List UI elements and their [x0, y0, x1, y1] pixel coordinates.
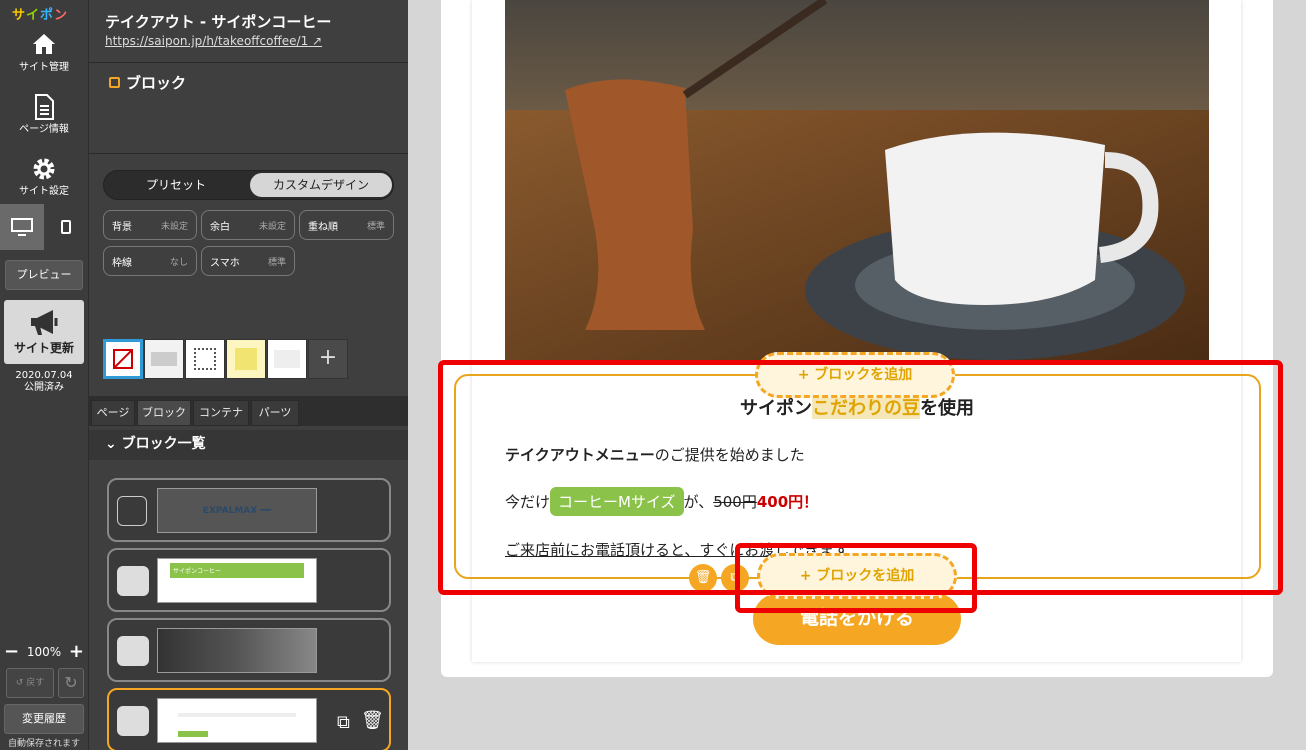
add-swatch-button[interactable]: +: [308, 339, 348, 379]
autosave-note: 自動保存されます: [7, 739, 80, 749]
home-icon: [0, 24, 88, 58]
site-settings-button[interactable]: サイト設定: [0, 148, 88, 208]
saipon-logo[interactable]: サイポン: [12, 4, 68, 23]
swatch-image-3[interactable]: [226, 339, 266, 379]
block-list-item-selected[interactable]: ⧉ 🗑: [107, 688, 391, 750]
option-z-order[interactable]: 重ね順 標準: [299, 210, 394, 240]
mobile-view-button[interactable]: [44, 204, 88, 250]
chevron-down-icon: ⌄: [105, 436, 117, 452]
history-button[interactable]: 変更履歴: [4, 704, 84, 734]
option-margin[interactable]: 余白 未設定: [201, 210, 295, 240]
block-icon: [109, 77, 120, 88]
zoom-out-icon[interactable]: −: [4, 641, 19, 662]
divider: [89, 153, 409, 154]
design-mode-toggle: プリセット カスタムデザイン: [103, 170, 394, 200]
block-thumbnail: EXPALMAX ━━: [157, 488, 317, 533]
site-title: テイクアウト - サイポンコーヒー: [105, 13, 332, 31]
smartphone-icon: [61, 220, 71, 234]
tab-container[interactable]: コンテナ: [193, 400, 249, 426]
gear-icon: [0, 148, 88, 182]
block-section-title: ブロック: [109, 72, 186, 93]
zoom-control: − 100% +: [4, 641, 84, 662]
option-background[interactable]: 背景 未設定: [103, 210, 197, 240]
block-thumbnail: [157, 698, 317, 743]
preview-button[interactable]: プレビュー: [5, 260, 83, 290]
option-border[interactable]: 枠線 なし: [103, 246, 197, 276]
document-icon: [0, 86, 88, 120]
plus-icon: +: [318, 345, 338, 370]
redo-button[interactable]: ↻: [58, 668, 84, 698]
monitor-icon: [11, 218, 33, 236]
all-devices-icon: [117, 566, 149, 596]
duplicate-icon[interactable]: ⧉: [337, 712, 350, 733]
left-rail: サイポン サイト管理 ページ情報 サイト設定 プレビュー サイト更新 2020.…: [0, 0, 88, 750]
site-update-label: サイト更新: [13, 341, 74, 355]
site-manage-button[interactable]: サイト管理: [0, 24, 88, 84]
settings-panel: テイクアウト - サイポンコーヒー https://saipon.jp/h/ta…: [88, 0, 409, 750]
external-link-icon: ↗: [312, 34, 323, 48]
zoom-level: 100%: [26, 644, 62, 659]
site-update-button[interactable]: サイト更新: [4, 300, 84, 364]
annotation-highlight-add-button: [735, 543, 977, 613]
page-info-button[interactable]: ページ情報: [0, 86, 88, 146]
block-select-checkbox[interactable]: [117, 496, 147, 526]
tab-block[interactable]: ブロック: [137, 400, 191, 426]
swatch-image-2[interactable]: [185, 339, 225, 379]
site-url-link[interactable]: https://saipon.jp/h/takeoffcoffee/1 ↗: [105, 34, 322, 48]
desktop-view-button[interactable]: [0, 204, 44, 250]
block-list-item[interactable]: サイポンコーヒー: [107, 548, 391, 612]
swatch-none[interactable]: [103, 339, 143, 379]
editor-canvas: サイポンこだわりの豆を使用 テイクアウトメニューのご提供を始めました 今だけ コー…: [408, 0, 1306, 750]
no-background-icon: [113, 349, 133, 369]
megaphone-icon: [31, 310, 58, 335]
update-date: 2020.07.04 公開済み: [15, 370, 73, 393]
zoom-in-icon[interactable]: +: [69, 641, 84, 662]
coffee-photo[interactable]: [505, 0, 1209, 362]
tab-preset[interactable]: プリセット: [106, 173, 246, 197]
undo-button[interactable]: ↺ 戻す: [6, 668, 54, 698]
tab-page[interactable]: ページ: [91, 400, 135, 426]
block-thumbnail: [157, 628, 317, 673]
trash-icon[interactable]: 🗑: [361, 710, 384, 731]
all-devices-icon: [117, 706, 149, 736]
tab-parts[interactable]: パーツ: [251, 400, 299, 426]
block-thumbnail: サイポンコーヒー: [157, 558, 317, 603]
panel-tabs: ページ ブロック コンテナ パーツ: [89, 396, 409, 426]
block-list-item[interactable]: EXPALMAX ━━: [107, 478, 391, 542]
block-list-item[interactable]: [107, 618, 391, 682]
undo-icon: ↺: [15, 678, 24, 688]
block-list-header[interactable]: ⌄ ブロック一覧: [89, 430, 409, 460]
redo-icon: ↻: [64, 673, 78, 692]
divider: [89, 62, 409, 63]
tab-custom-design[interactable]: カスタムデザイン: [250, 173, 392, 197]
option-smartphone[interactable]: スマホ 標準: [201, 246, 295, 276]
swatch-image-4[interactable]: [267, 339, 307, 379]
swatch-image-1[interactable]: [144, 339, 184, 379]
all-devices-icon: [117, 636, 149, 666]
